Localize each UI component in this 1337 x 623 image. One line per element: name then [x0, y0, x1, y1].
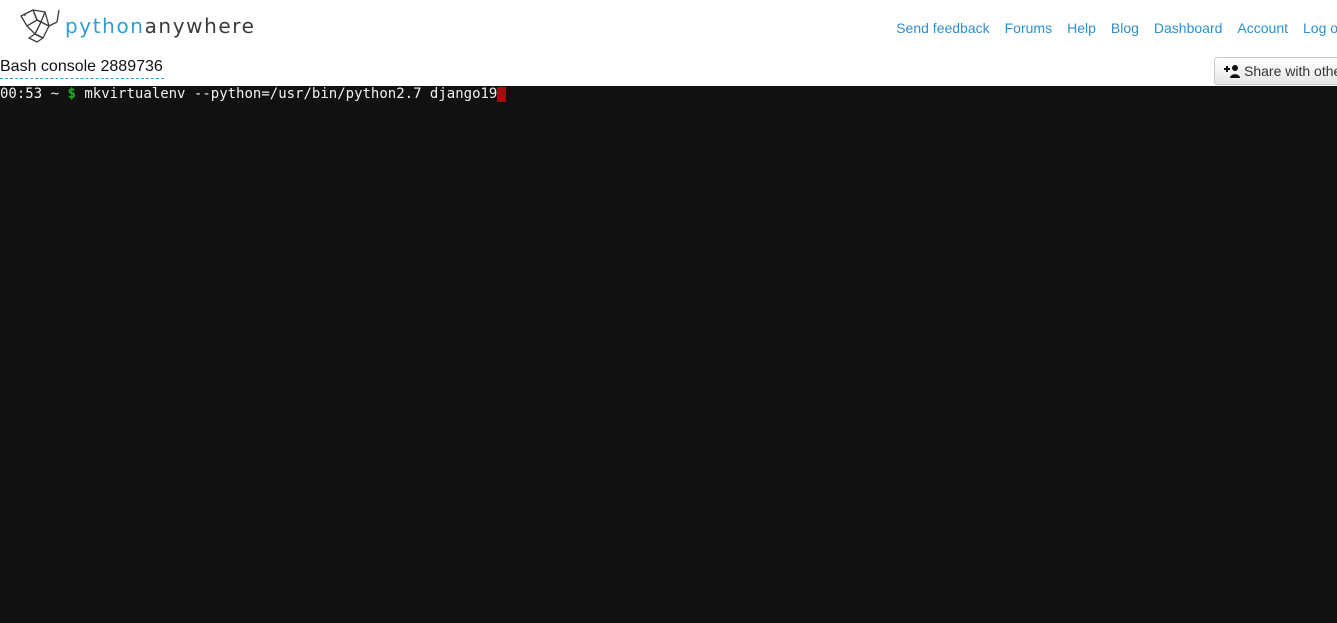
terminal-line: 00:53 ~ $ mkvirtualenv --python=/usr/bin…: [0, 86, 507, 102]
logo-text: pythonanywhere: [65, 8, 256, 44]
share-button[interactable]: Share with others: [1214, 57, 1337, 85]
add-user-icon: [1224, 65, 1240, 78]
logo-text-anywhere: anywhere: [144, 14, 256, 38]
nav-forums[interactable]: Forums: [1005, 18, 1052, 38]
nav-send-feedback[interactable]: Send feedback: [896, 18, 989, 38]
prompt-directory: ~: [50, 86, 60, 102]
console-title[interactable]: Bash console 2889736: [0, 56, 164, 79]
terminal-cursor: [497, 86, 507, 102]
prompt-symbol: $: [67, 86, 76, 102]
nav-blog[interactable]: Blog: [1111, 18, 1139, 38]
nav-dashboard[interactable]: Dashboard: [1154, 18, 1223, 38]
logo[interactable]: pythonanywhere: [19, 8, 256, 44]
pythonanywhere-logo-icon: [20, 9, 60, 43]
share-button-label: Share with others: [1244, 63, 1337, 79]
logo-text-python: python: [65, 14, 145, 38]
top-nav: Send feedback Forums Help Blog Dashboard…: [881, 18, 1337, 38]
nav-account[interactable]: Account: [1237, 18, 1288, 38]
prompt-time: 00:53: [0, 86, 43, 102]
nav-log-out[interactable]: Log out: [1303, 18, 1337, 38]
terminal[interactable]: 00:53 ~ $ mkvirtualenv --python=/usr/bin…: [0, 86, 1337, 623]
header: pythonanywhere Send feedback Forums Help…: [0, 0, 1337, 56]
nav-help[interactable]: Help: [1067, 18, 1096, 38]
command-text: mkvirtualenv --python=/usr/bin/python2.7…: [84, 86, 498, 102]
